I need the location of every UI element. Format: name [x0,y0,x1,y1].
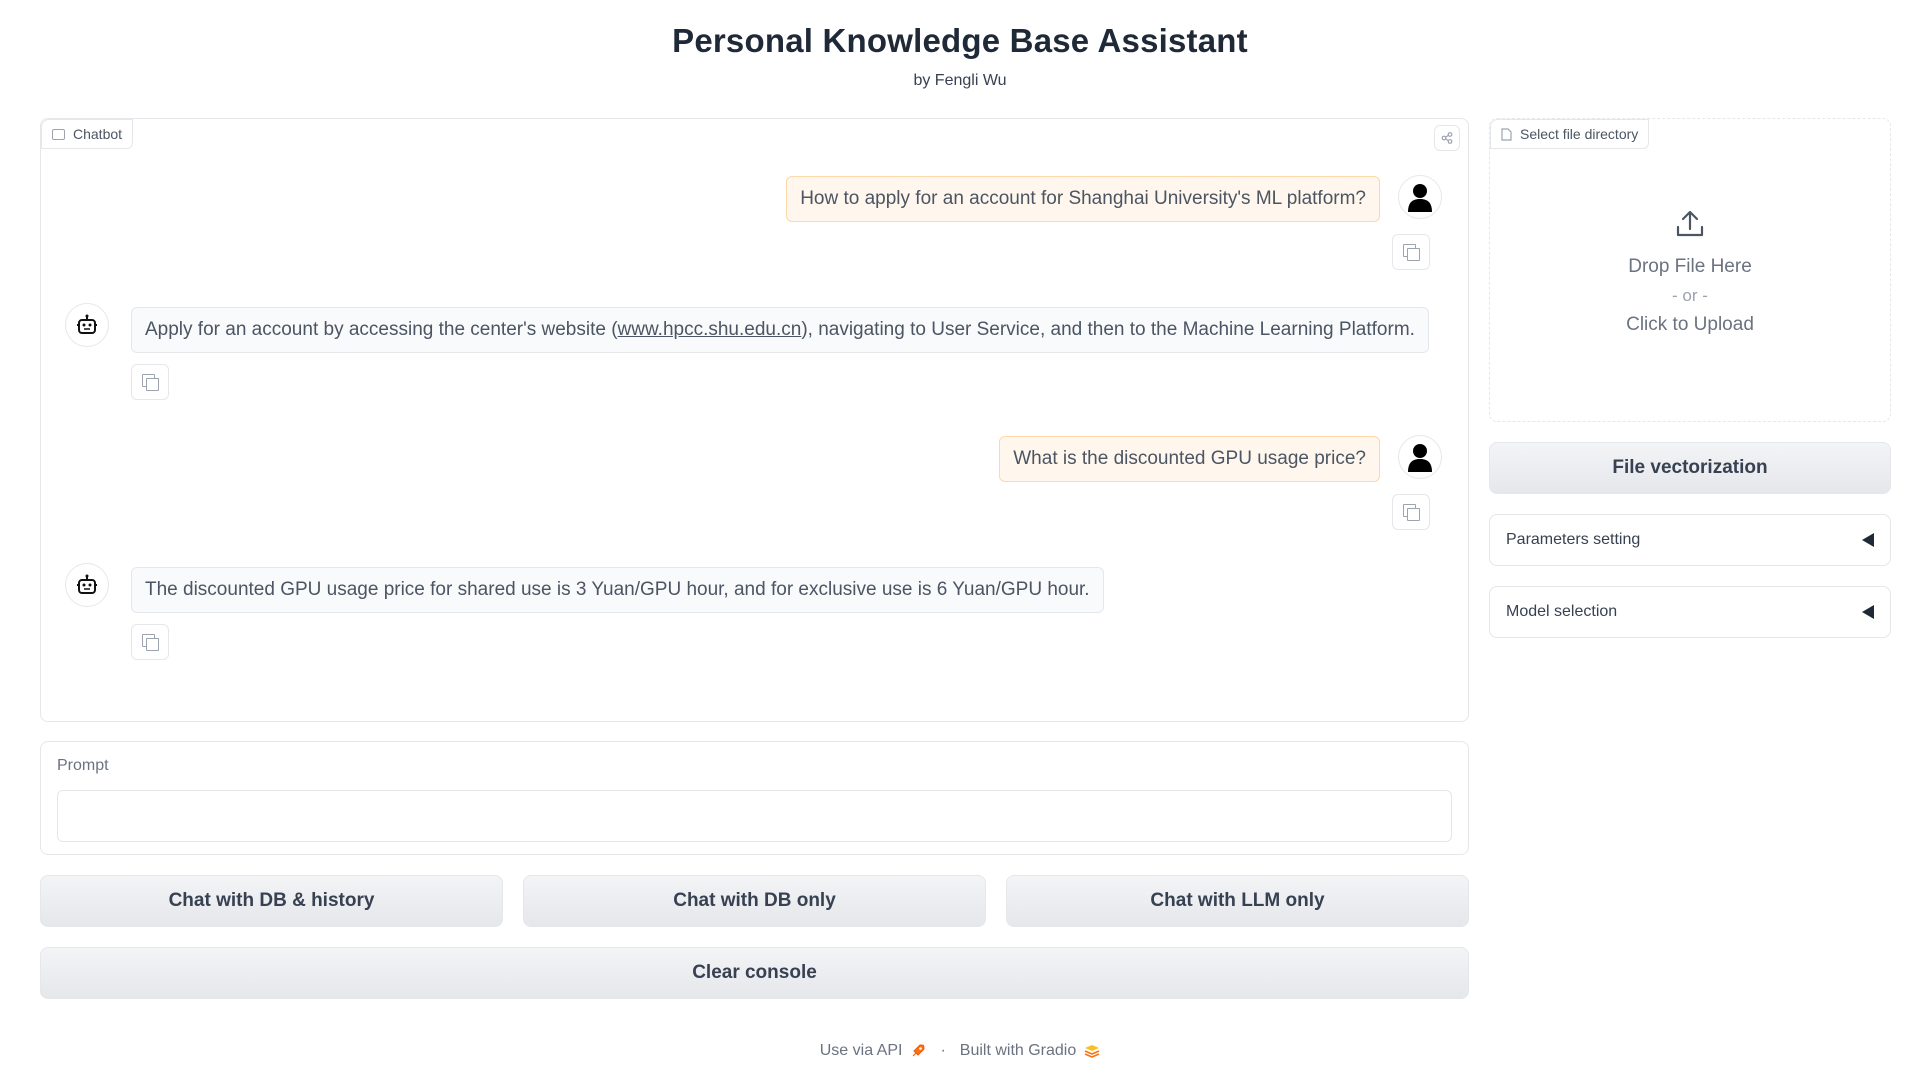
chat-db-only-button[interactable]: Chat with DB only [523,875,986,927]
user-icon [1408,184,1432,212]
share-icon [1441,132,1453,144]
parameters-setting-label: Parameters setting [1506,531,1641,548]
upload-prompt: Drop File Here - or - Click to Upload [1490,209,1890,339]
collapse-triangle-icon [1862,605,1874,619]
chat-db-history-button[interactable]: Chat with DB & history [40,875,503,927]
user-message: How to apply for an account for Shanghai… [786,176,1380,222]
file-icon [1501,127,1512,141]
page-title: Personal Knowledge Base Assistant [672,22,1248,59]
right-column: Select file directory Drop File Here - o… [1489,118,1891,638]
file-upload-dropzone[interactable]: Select file directory Drop File Here - o… [1489,118,1891,422]
bot-message-text: The discounted GPU usage price for share… [145,579,1090,600]
page-subtitle: by Fengli Wu [913,72,1007,89]
model-selection-accordion[interactable]: Model selection [1489,586,1891,638]
footer-separator: · [940,1042,946,1059]
chatbot-label: Chatbot [41,119,134,149]
clear-console-button[interactable]: Clear console [40,947,1469,999]
built-with-gradio-link[interactable]: Built with Gradio [960,1042,1077,1060]
share-button[interactable] [1434,125,1460,151]
model-selection-label: Model selection [1506,603,1618,620]
upload-label: Select file directory [1490,119,1650,149]
copy-icon [1403,504,1420,521]
bot-message-text-before: Apply for an account by accessing the ce… [145,319,618,340]
copy-button[interactable] [131,624,169,660]
robot-icon [77,314,97,334]
copy-button[interactable] [131,364,169,400]
bot-message: The discounted GPU usage price for share… [131,567,1104,613]
parameters-setting-accordion[interactable]: Parameters setting [1489,514,1891,566]
user-message-text: How to apply for an account for Shanghai… [800,188,1366,209]
robot-icon [77,574,97,594]
copy-button[interactable] [1392,234,1430,270]
or-text: - or - [1672,286,1708,305]
copy-button[interactable] [1392,494,1430,530]
upload-icon [1676,210,1704,237]
copy-icon [1403,244,1420,261]
bot-avatar [65,563,109,607]
chat-icon [52,128,65,140]
upload-label-text: Select file directory [1520,126,1639,142]
rocket-icon [913,1044,925,1057]
user-message-text: What is the discounted GPU usage price? [1013,448,1366,469]
user-icon [1408,444,1432,472]
gradio-logo-icon [1084,1045,1100,1058]
bot-avatar [65,303,109,347]
user-avatar [1398,175,1442,219]
chatbot-label-text: Chatbot [73,126,123,142]
user-avatar [1398,435,1442,479]
drop-file-text: Drop File Here [1628,256,1752,277]
user-message: What is the discounted GPU usage price? [999,436,1380,482]
click-upload-text: Click to Upload [1626,314,1754,335]
header: Personal Knowledge Base Assistant by Fen… [0,0,1920,90]
bot-message: Apply for an account by accessing the ce… [131,307,1429,353]
file-vectorization-button[interactable]: File vectorization [1489,442,1891,494]
prompt-input[interactable] [57,790,1452,842]
prompt-panel: Prompt [40,741,1469,855]
chatbot-panel: Chatbot How to apply for an account for … [40,118,1469,722]
chat-llm-only-button[interactable]: Chat with LLM only [1006,875,1469,927]
hpcc-link[interactable]: www.hpcc.shu.edu.cn [618,319,802,341]
left-column: Chatbot How to apply for an account for … [40,118,1469,999]
use-via-api-link[interactable]: Use via API [820,1042,903,1060]
prompt-label: Prompt [57,757,109,774]
footer: Use via API · Built with Gradio [0,1042,1920,1060]
copy-icon [142,374,159,391]
collapse-triangle-icon [1862,533,1874,547]
copy-icon [142,634,159,651]
bot-message-text-after: ), navigating to User Service, and then … [801,319,1415,340]
